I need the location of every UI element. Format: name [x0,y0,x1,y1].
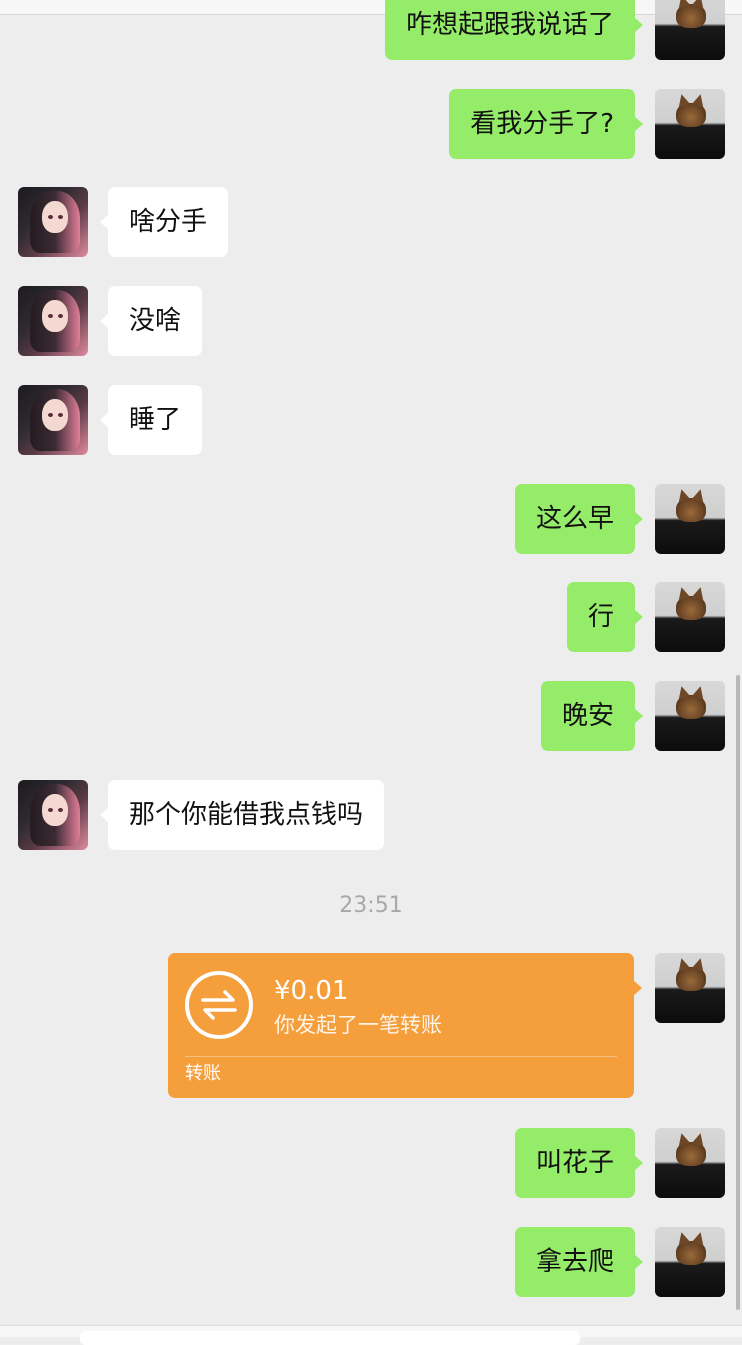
contact-message-bubble[interactable]: 啥分手 [99,187,229,257]
contact-avatar[interactable] [18,385,88,455]
message-row: 这么早 [0,484,742,554]
message-row: 叫花子 [0,1128,742,1198]
message-row: 睡了 [0,385,742,455]
my-avatar[interactable] [655,953,725,1023]
avatar-face [42,399,68,431]
cat-avatar-image [676,1142,706,1166]
avatar-face [42,201,68,233]
my-avatar[interactable] [655,582,725,652]
avatar-eye [48,215,53,219]
cat-avatar-image [676,1241,706,1265]
my-avatar[interactable] [655,681,725,751]
avatar-eye [58,215,63,219]
my-avatar[interactable] [655,484,725,554]
transfer-divider [185,1056,617,1057]
my-message-bubble[interactable]: 叫花子 [514,1128,644,1198]
message-row: ¥0.01 你发起了一笔转账 转账 [0,953,742,1098]
message-row: 行 [0,582,742,652]
transfer-label: 转账 [185,1063,221,1084]
avatar-eye [48,808,53,812]
my-message-bubble[interactable]: 拿去爬 [514,1227,644,1297]
scrollbar[interactable] [736,675,740,1310]
message-row: 晚安 [0,681,742,751]
message-row: 看我分手了? [0,89,742,159]
message-row: 拿去爬 [0,1227,742,1297]
contact-message-bubble[interactable]: 没啥 [99,286,203,356]
message-row: 那个你能借我点钱吗 [0,780,742,850]
cat-avatar-image [676,695,706,719]
my-message-bubble[interactable]: 看我分手了? [449,89,643,159]
input-bar [0,1325,742,1345]
my-avatar[interactable] [655,1128,725,1198]
my-message-bubble[interactable]: 行 [566,582,644,652]
contact-avatar[interactable] [18,286,88,356]
avatar-face [42,794,68,826]
my-message-bubble[interactable]: 晚安 [540,681,644,751]
transfer-amount: ¥0.01 [274,976,349,1006]
avatar-face [42,300,68,332]
transfer-card[interactable]: ¥0.01 你发起了一笔转账 转账 [168,953,642,1098]
cat-avatar-image [676,103,706,127]
my-message-bubble[interactable]: 这么早 [514,484,644,554]
message-timestamp: 23:51 [339,893,403,918]
cat-avatar-image [676,4,706,28]
message-row: 啥分手 [0,187,742,257]
my-message-bubble[interactable]: 咋想起跟我说话了 [384,0,644,60]
my-avatar[interactable] [655,89,725,159]
cat-avatar-image [676,498,706,522]
message-input[interactable] [80,1331,580,1345]
cat-avatar-image [676,596,706,620]
my-avatar[interactable] [655,1227,725,1297]
avatar-eye [58,808,63,812]
contact-avatar[interactable] [18,780,88,850]
transfer-description: 你发起了一笔转账 [274,1013,442,1037]
cat-avatar-image [676,967,706,991]
avatar-eye [58,413,63,417]
message-row: 咋想起跟我说话了 [0,0,742,60]
contact-message-bubble[interactable]: 睡了 [99,385,203,455]
transfer-arrows-icon [185,971,253,1039]
contact-message-bubble[interactable]: 那个你能借我点钱吗 [99,780,385,850]
my-avatar[interactable] [655,0,725,60]
contact-avatar[interactable] [18,187,88,257]
avatar-eye [48,314,53,318]
avatar-eye [48,413,53,417]
avatar-eye [58,314,63,318]
chat-message-list[interactable]: 咋想起跟我说话了 看我分手了? 啥分手 没啥 睡了 这么早 行 晚安 那个你能借… [0,0,742,1336]
message-row: 没啥 [0,286,742,356]
